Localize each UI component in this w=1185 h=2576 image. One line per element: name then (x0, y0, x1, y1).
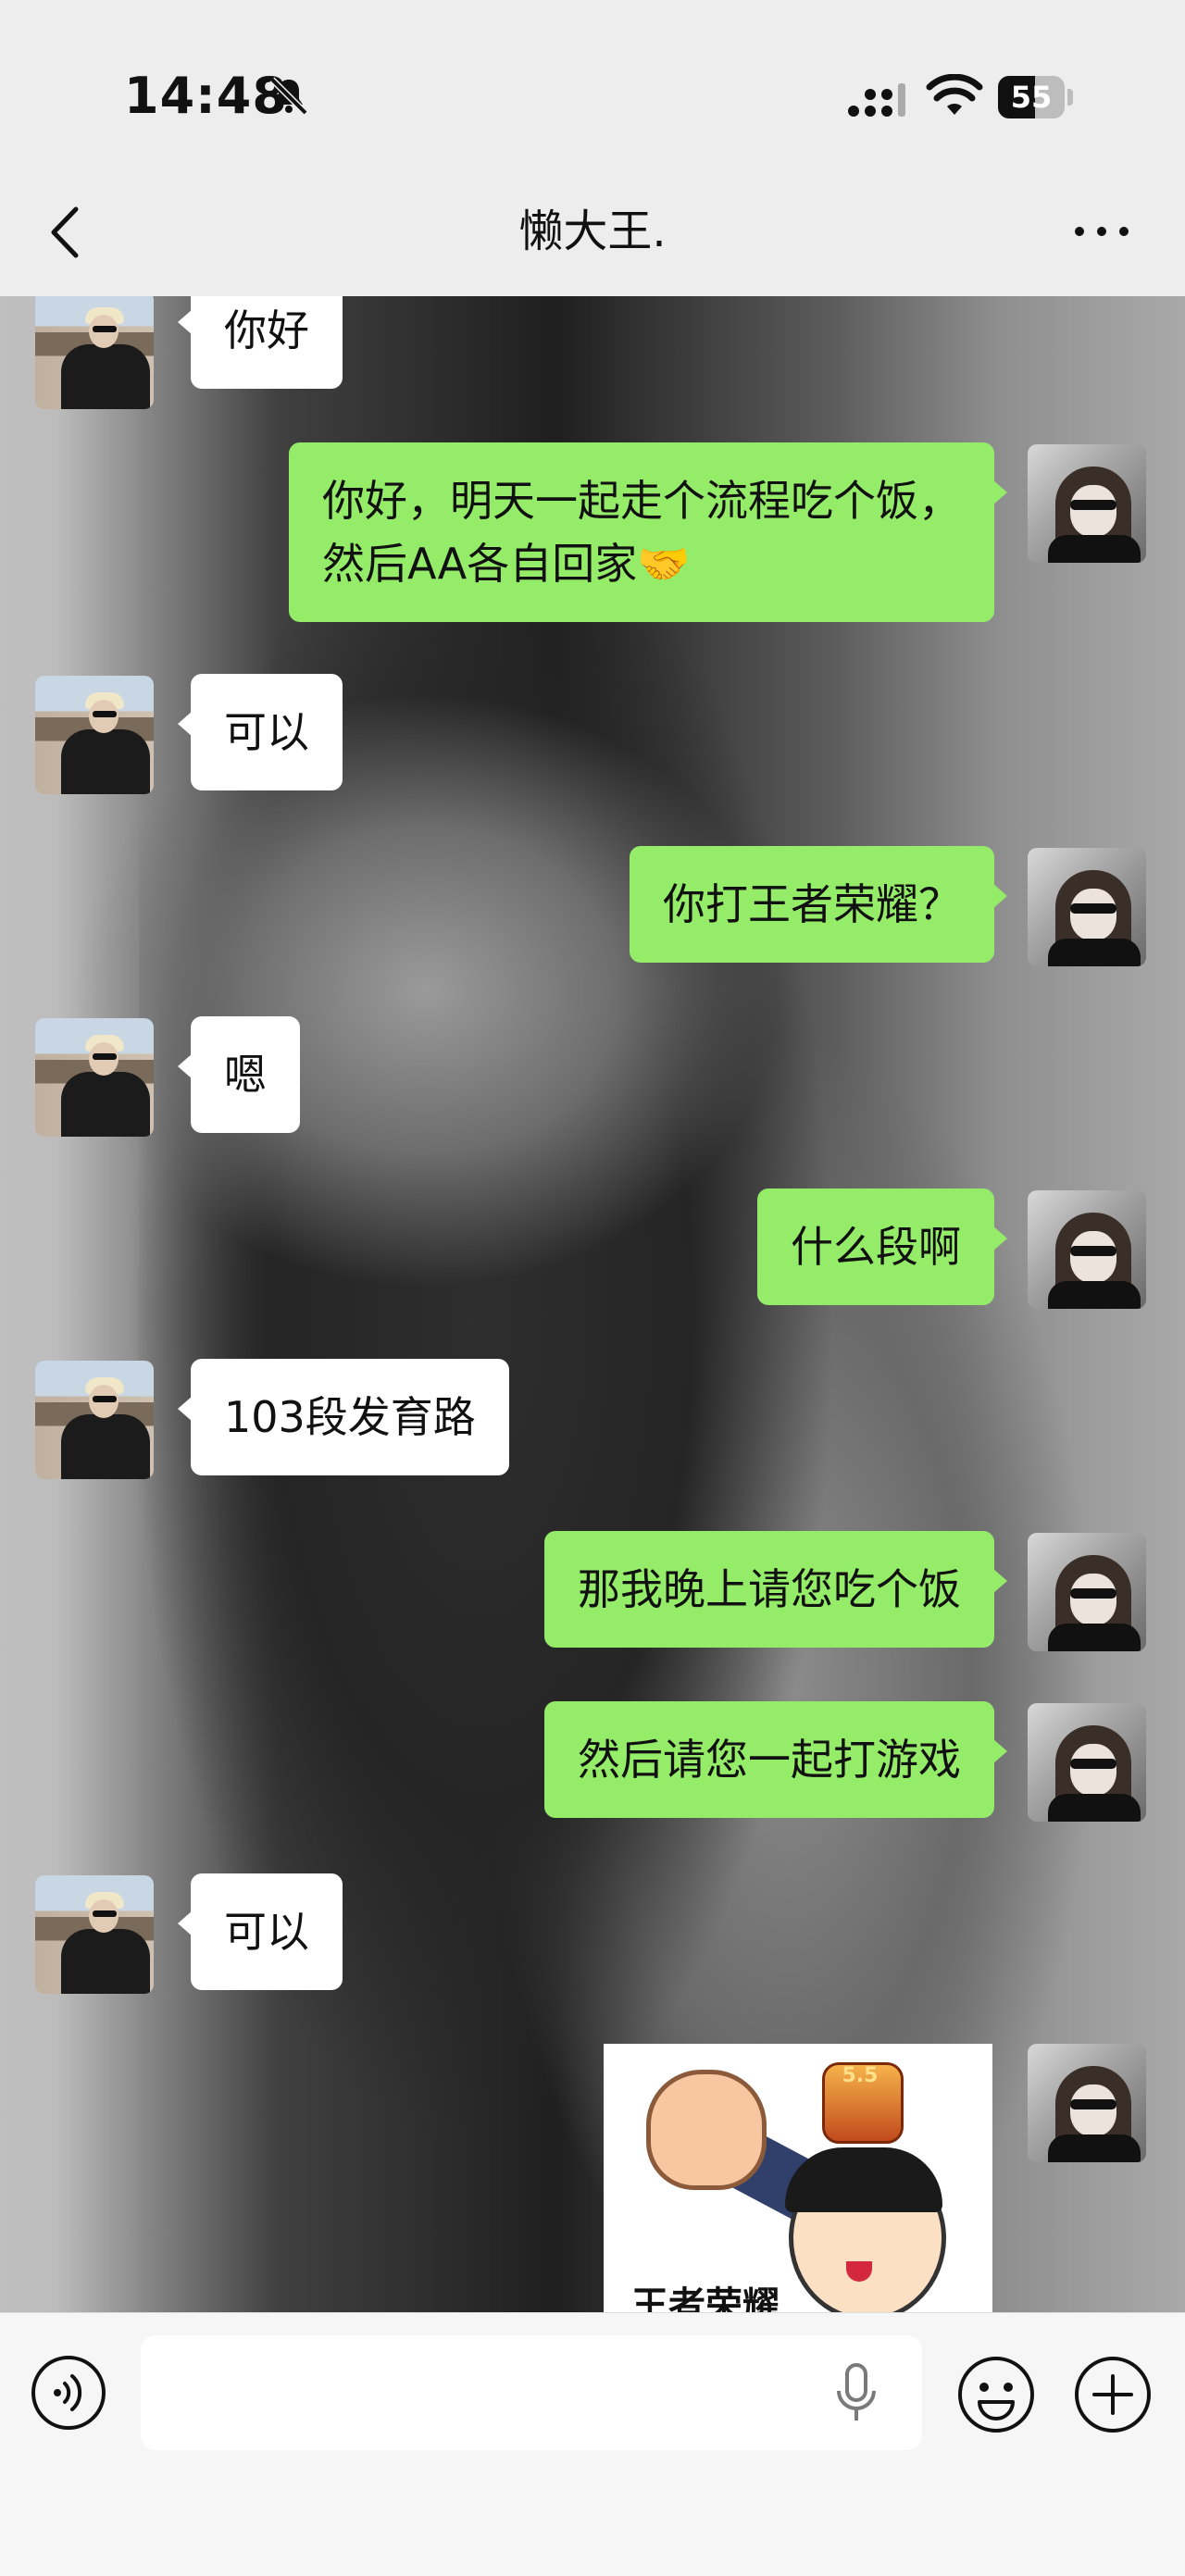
message-bubble-received[interactable]: 可以 (178, 1873, 343, 1990)
contact-avatar[interactable] (35, 676, 154, 794)
message-input[interactable] (141, 2335, 922, 2450)
my-avatar[interactable] (1028, 1190, 1146, 1309)
plus-icon[interactable] (1072, 2354, 1154, 2435)
contact-avatar[interactable] (35, 1875, 154, 1994)
battery-body: 55 (998, 76, 1065, 118)
message-bubble-sent[interactable]: 你打王者荣耀？ (630, 846, 1007, 963)
sticker-message[interactable]: 5.5 王者荣耀 (604, 2044, 992, 2312)
sticker-caption: 王者荣耀 (631, 2284, 780, 2312)
background-wallpaper (0, 296, 139, 2312)
contact-avatar[interactable] (35, 296, 154, 409)
battery-indicator: 55 (998, 76, 1076, 118)
my-avatar[interactable] (1028, 2044, 1146, 2162)
chat-header: 懒大王. (0, 185, 1185, 296)
battery-percent: 55 (1010, 80, 1053, 115)
message-bubble-sent[interactable]: 什么段啊 (757, 1188, 1007, 1305)
my-avatar[interactable] (1028, 848, 1146, 966)
game-badge-text: 5.5 (842, 2064, 879, 2087)
message-bubble-sent[interactable]: 那我晚上请您吃个饭 (544, 1531, 1007, 1648)
my-avatar[interactable] (1028, 1703, 1146, 1822)
microphone-icon[interactable] (833, 2361, 879, 2426)
message-bubble-sent[interactable]: 你好，明天一起走个流程吃个饭， 然后AA各自回家🤝 (289, 442, 1007, 622)
message-bubble-received[interactable]: 可以 (178, 674, 343, 790)
my-avatar[interactable] (1028, 444, 1146, 563)
message-bubble-sent[interactable]: 然后请您一起打游戏 (544, 1701, 1007, 1818)
cellular-signal-icon (848, 83, 905, 117)
status-time: 14:48 (124, 67, 288, 125)
battery-tip (1067, 89, 1073, 106)
message-bubble-received[interactable]: 103段发育路 (178, 1359, 509, 1475)
contact-avatar[interactable] (35, 1361, 154, 1479)
emoji-icon[interactable] (955, 2354, 1037, 2435)
message-bubble-received[interactable]: 你好 (178, 296, 343, 389)
chat-title: 懒大王. (518, 205, 667, 257)
fist-graphic (646, 2070, 767, 2190)
mute-bell-icon (269, 77, 308, 116)
more-horizontal-icon[interactable] (1065, 211, 1139, 252)
voice-icon[interactable] (30, 2354, 107, 2432)
message-bubble-received[interactable]: 嗯 (178, 1016, 300, 1133)
contact-avatar[interactable] (35, 1018, 154, 1137)
composer-bar (0, 2312, 1185, 2576)
message-list[interactable]: 你好 你好，明天一起走个流程吃个饭， 然后AA各自回家🤝 可以 你打王者荣耀？ … (0, 296, 1185, 2312)
status-bar: 14:48 55 (0, 0, 1185, 185)
wifi-icon (926, 74, 983, 115)
my-avatar[interactable] (1028, 1533, 1146, 1651)
